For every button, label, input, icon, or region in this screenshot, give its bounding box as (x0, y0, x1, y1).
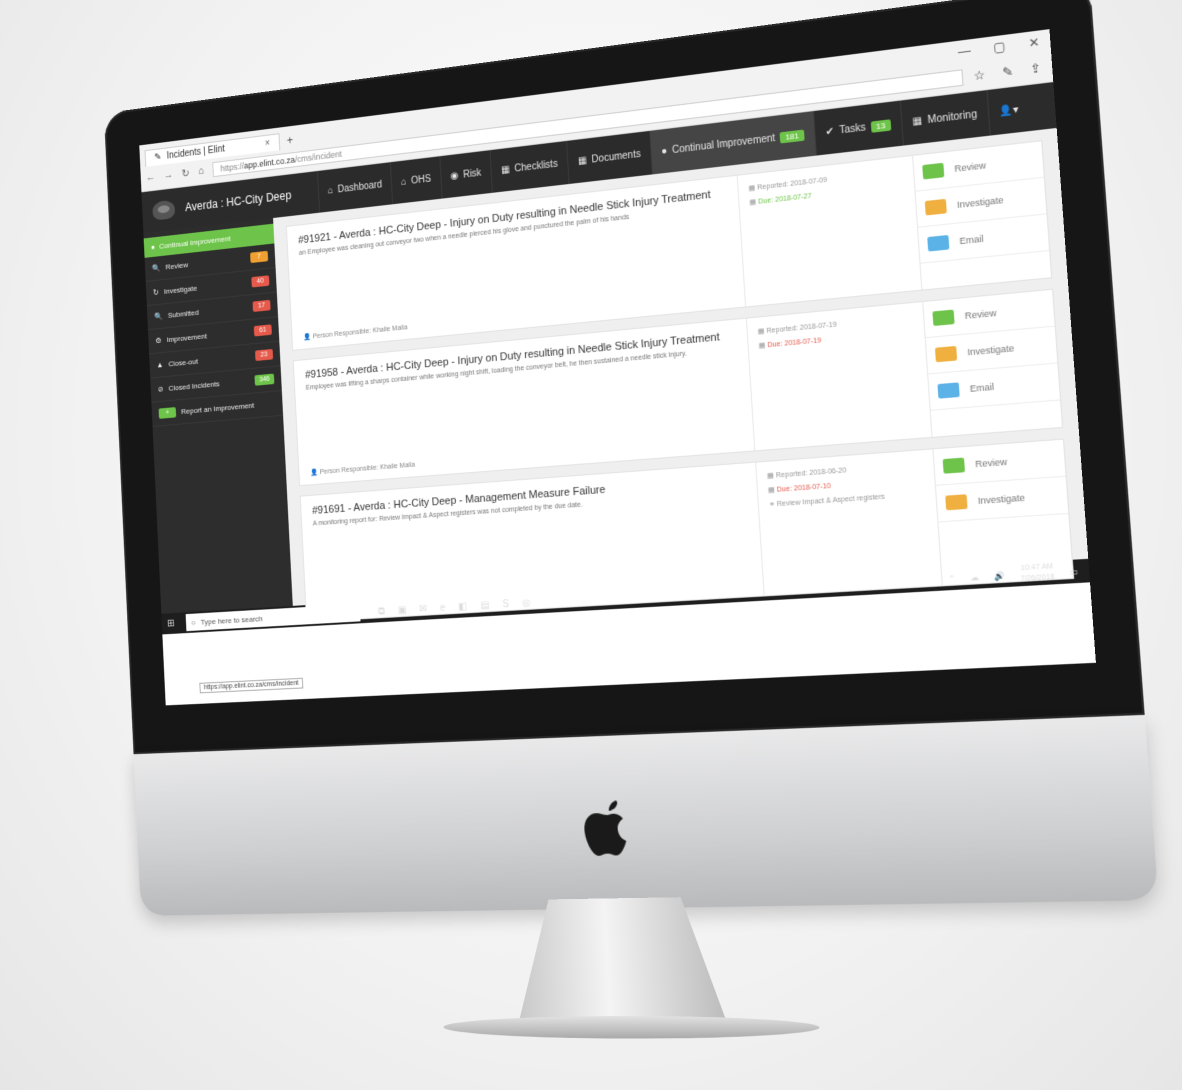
list-icon: ▦ (500, 163, 511, 176)
imac-monitor: ✎ Incidents | Elint × + — ▢ ✕ ← → ↻ ⌂ ht… (103, 0, 1162, 1040)
refresh-icon (934, 345, 958, 363)
sidebar: ● Continual Improvement 🔍 Review 7 ↻ Inves… (143, 218, 293, 614)
cortana-icon: ○ (191, 617, 196, 627)
forward-icon[interactable]: → (164, 169, 174, 181)
minimize-icon[interactable]: — (957, 43, 971, 59)
share-icon[interactable]: ⇪ (1030, 61, 1042, 77)
count-badge: 7 (250, 250, 269, 264)
search-icon (922, 162, 945, 180)
back-icon[interactable]: ← (146, 171, 156, 183)
ci-badge: 181 (779, 129, 805, 143)
tasks-badge: 13 (870, 118, 891, 133)
search-icon: 🔍 (151, 263, 161, 273)
count-badge: 40 (251, 275, 270, 288)
user-icon: 👤 (303, 333, 313, 342)
new-tab-icon[interactable]: + (286, 133, 293, 147)
favorites-icon[interactable]: ☆ (973, 68, 986, 84)
ci-icon: ● (660, 145, 668, 157)
email-icon (937, 382, 960, 399)
list-icon: ▦ (577, 154, 588, 167)
count-badge: 17 (252, 299, 271, 312)
cloud-icon[interactable]: ☁ (970, 572, 979, 582)
status-bar-url: https://app.elint.co.za/cms/incident (199, 677, 304, 694)
monitor-stand (512, 897, 726, 1022)
incident-dates: ▦ Reported: 2018-06-20 ▦ Due: 2018-07-10… (755, 449, 942, 596)
network-icon[interactable]: ⌃ (948, 574, 956, 584)
home-browser-icon[interactable]: ⌂ (198, 165, 204, 177)
windows-start-icon[interactable]: ⊞ (167, 618, 180, 629)
warning-icon: ▲ (156, 360, 164, 370)
home-icon: ⌂ (327, 184, 334, 196)
tab-favicon-icon: ✎ (154, 151, 162, 163)
check-icon: ✔ (825, 125, 835, 138)
search-icon: 🔍 (154, 311, 163, 322)
list-icon: ▦ (912, 115, 923, 128)
email-icon (927, 234, 950, 252)
user-icon: 👤 (310, 469, 320, 477)
incident-dates: ▦ Reported: 2018-07-09 ▦ Due: 2018-07-27 (736, 155, 922, 307)
elint-logo[interactable] (152, 199, 176, 221)
monitor-bezel: ✎ Incidents | Elint × + — ▢ ✕ ← → ↻ ⌂ ht… (103, 0, 1145, 755)
reported-date: Reported: 2018-07-09 (757, 176, 828, 192)
search-icon (932, 309, 955, 327)
tab-close-icon[interactable]: × (265, 138, 271, 149)
incident-actions: Review Investigate Email (912, 141, 1052, 290)
due-date: Due: 2018-07-27 (757, 192, 812, 206)
user-icon: 👤▾ (999, 103, 1019, 118)
count-badge: 61 (253, 324, 272, 337)
screen: ✎ Incidents | Elint × + — ▢ ✕ ← → ↻ ⌂ ht… (139, 29, 1096, 706)
tab-title: Incidents | Elint (166, 143, 226, 162)
browser-toolbar: ☆ ✎ ⇪ (973, 61, 1042, 84)
home-icon: ⌂ (400, 176, 407, 188)
due-date: Due: 2018-07-19 (767, 337, 822, 350)
apple-logo-icon (583, 800, 628, 857)
plus-icon: + (158, 407, 177, 419)
person-responsible: 👤 Person Responsible: Khalie Maila (310, 461, 416, 477)
incident-actions: Review Investigate Email (922, 289, 1063, 437)
site-title: Averda : HC-City Deep (184, 188, 292, 215)
count-badge: 346 (254, 373, 275, 386)
gear-icon: ⚙ (155, 336, 162, 346)
volume-icon[interactable]: 🔊 (994, 571, 1005, 581)
eye-icon: ◉ (450, 170, 459, 182)
linked-measure: Review Impact & Aspect registers (776, 493, 886, 509)
maximize-icon[interactable]: ▢ (993, 39, 1006, 55)
investigate-button[interactable]: Investigate (935, 476, 1069, 523)
ci-icon: ● (150, 242, 156, 252)
person-responsible: 👤 Person Responsible: Khalie Maila (303, 324, 408, 342)
notifications-icon[interactable]: ▭ (1069, 566, 1078, 576)
refresh-icon (945, 494, 968, 511)
monitor-stand-foot (442, 1015, 821, 1040)
count-badge: 23 (254, 348, 274, 362)
taskbar-clock[interactable]: 10:47 AM 7/26/2018 (1020, 562, 1056, 585)
nav-risk[interactable]: ◉ Risk (439, 150, 492, 199)
close-window-icon[interactable]: ✕ (1028, 35, 1040, 51)
due-date: Due: 2018-07-10 (776, 482, 832, 494)
user-menu[interactable]: 👤▾ (986, 85, 1031, 136)
refresh-icon[interactable]: ↻ (181, 167, 189, 179)
window-controls: — ▢ ✕ (938, 35, 1040, 62)
search-icon (942, 457, 966, 474)
reported-date: Reported: 2018-07-19 (766, 321, 837, 336)
reported-date: Reported: 2018-06-20 (775, 467, 847, 480)
ban-icon: ⊘ (157, 384, 164, 394)
refresh-icon (924, 198, 947, 216)
incident-summary[interactable]: #91691 - Averda : HC-City Deep - Managem… (301, 463, 764, 622)
notes-icon[interactable]: ✎ (1002, 64, 1014, 80)
incident-dates: ▦ Reported: 2018-07-19 ▦ Due: 2018-07-19 (745, 302, 932, 451)
refresh-icon: ↻ (152, 287, 159, 297)
nav-ohs[interactable]: ⌂ OHS (389, 156, 442, 205)
